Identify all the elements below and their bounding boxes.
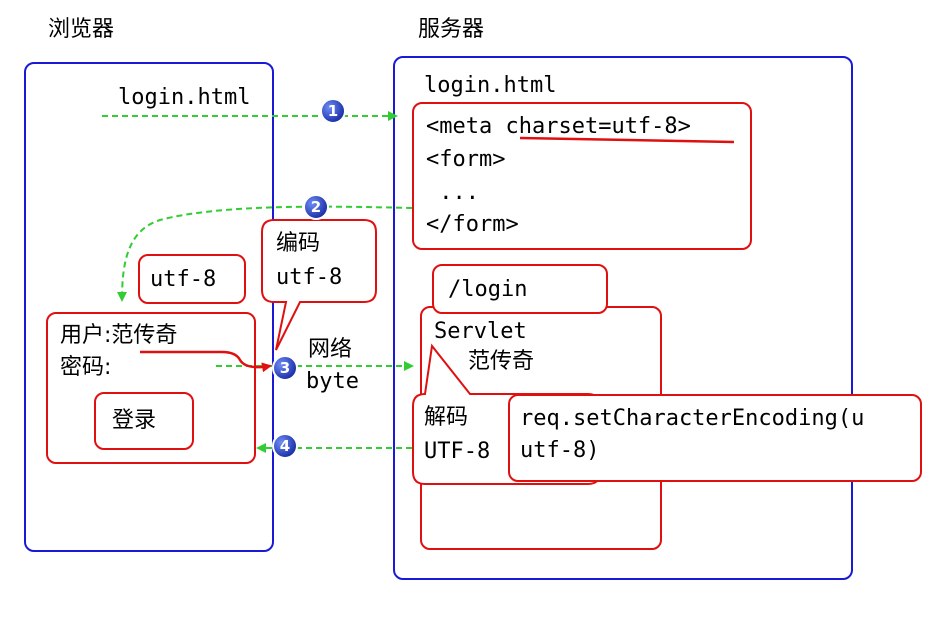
flow-overlay: 1 2 3 4	[102, 98, 735, 459]
charset-underline	[519, 136, 735, 144]
step-1-marker: 1	[320, 98, 346, 124]
step-3-marker: 3	[272, 355, 298, 381]
user-value-underline	[140, 350, 272, 373]
step-2-marker: 2	[303, 194, 329, 220]
step-4-number: 4	[280, 437, 290, 455]
arrow-response-page	[117, 205, 413, 302]
step-3-number: 3	[280, 359, 290, 377]
step-2-number: 2	[311, 198, 321, 216]
step-1-number: 1	[328, 102, 338, 120]
step-4-marker: 4	[272, 433, 298, 459]
